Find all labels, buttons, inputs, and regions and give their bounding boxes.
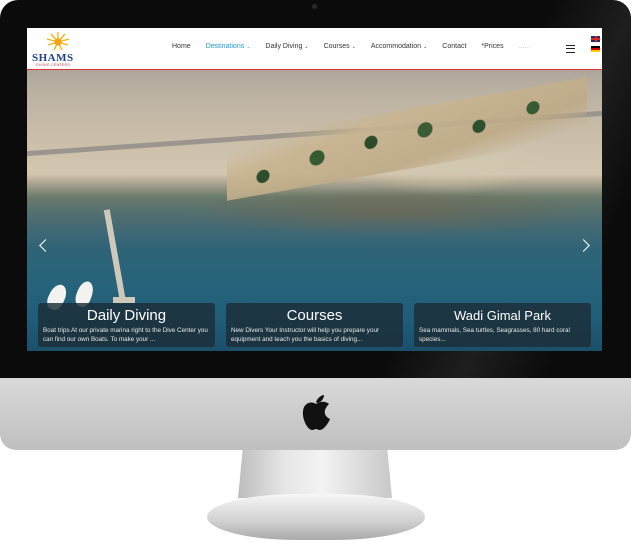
- menu-item-home[interactable]: Home: [172, 43, 191, 50]
- chevron-down-icon: ⌄: [351, 44, 356, 50]
- chevron-right-icon[interactable]: [577, 239, 590, 252]
- chevron-down-icon: ⌄: [246, 44, 251, 50]
- website-screen: SHAMS DIVING CENTERS Home Destinations ⌄ …: [27, 28, 602, 351]
- main-menu: Home Destinations ⌄ Daily Diving ⌄ Courses…: [172, 43, 538, 50]
- menu-label-contact: Contact: [442, 43, 467, 50]
- chevron-left-icon[interactable]: [39, 239, 52, 252]
- menu-item-daily-diving[interactable]: Daily Diving ⌄: [265, 43, 308, 50]
- site-logo[interactable]: SHAMS DIVING CENTERS: [30, 30, 88, 67]
- menu-item-contact[interactable]: Contact: [442, 43, 466, 50]
- pier-aerial: [103, 209, 127, 304]
- menu-label-destinations: Destinations: [205, 43, 245, 50]
- apple-logo-icon: [302, 395, 330, 430]
- menu-label-accommodation: Accommodation: [370, 43, 422, 50]
- camera-dot: [312, 4, 317, 9]
- de-flag-icon[interactable]: [591, 46, 600, 52]
- card-description: Boat trips At our private marina right t…: [43, 327, 208, 343]
- logo-subtitle: DIVING CENTERS: [36, 63, 70, 67]
- navbar-divider: [27, 69, 602, 70]
- menu-item-prices[interactable]: *Prices: [481, 43, 503, 50]
- card-courses[interactable]: Courses New Divers Your Instructor will …: [226, 303, 403, 347]
- menu-label-daily-diving: Daily Diving: [265, 43, 303, 50]
- card-title: Daily Diving: [86, 307, 167, 324]
- hamburger-menu-icon[interactable]: [566, 45, 575, 53]
- site-navbar: SHAMS DIVING CENTERS Home Destinations ⌄ …: [27, 28, 602, 69]
- card-title: Wadi Gimal Park: [453, 308, 552, 323]
- menu-item-destinations[interactable]: Destinations ⌄: [206, 43, 251, 50]
- card-description: Sea mammals, Sea turtles, Seagrasses, 80…: [419, 327, 570, 343]
- card-description: New Divers Your Instructor will help you…: [231, 327, 380, 343]
- menu-label-courses: Courses: [323, 43, 350, 50]
- search-field[interactable]: ......: [519, 43, 531, 50]
- card-title: Courses: [286, 307, 343, 324]
- card-wadi-gimal-park[interactable]: Wadi Gimal Park Sea mammals, Sea turtles…: [414, 303, 591, 347]
- card-daily-diving[interactable]: Daily Diving Boat trips At our private m…: [38, 303, 215, 347]
- menu-item-accommodation[interactable]: Accommodation ⌄: [371, 43, 427, 50]
- menu-label-prices: *Prices: [481, 43, 504, 50]
- monitor-stand: [238, 450, 392, 498]
- resort-aerial: [227, 77, 587, 201]
- chevron-down-icon: ⌄: [423, 44, 428, 50]
- menu-item-courses[interactable]: Courses ⌄: [324, 43, 356, 50]
- reef-aerial: [177, 187, 602, 237]
- menu-label-home: Home: [172, 43, 191, 50]
- en-flag-icon[interactable]: [591, 36, 600, 42]
- chevron-down-icon: ⌄: [304, 44, 309, 50]
- monitor-stand-base: [207, 494, 425, 540]
